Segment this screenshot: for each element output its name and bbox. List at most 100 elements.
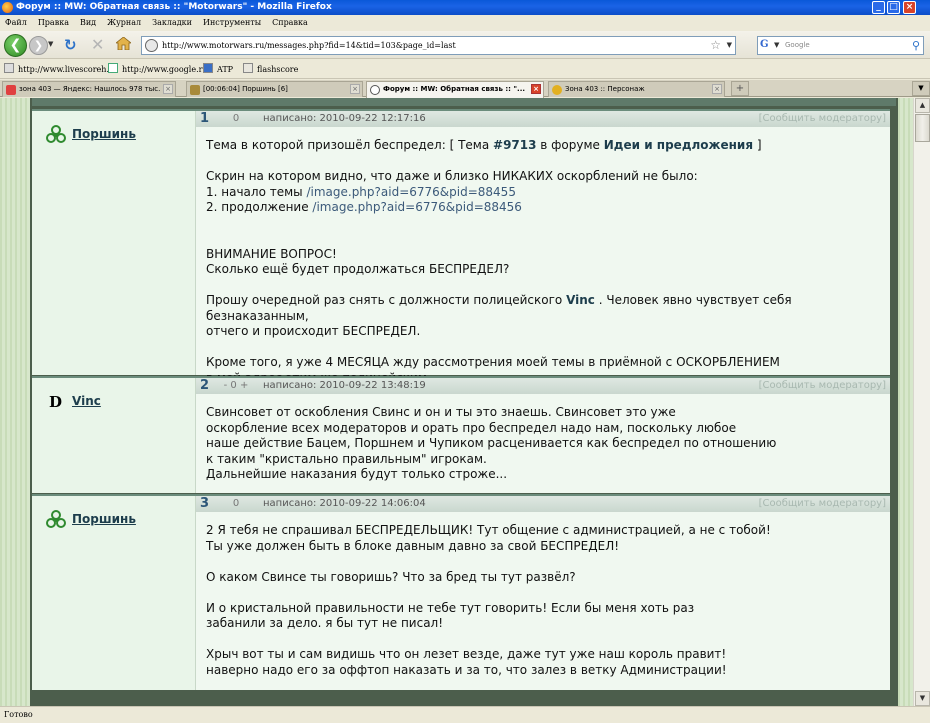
post-text: забанили за дело. я бы тут не писал!: [206, 616, 444, 630]
post-text: Прошу очередной раз снять с должности по…: [206, 293, 567, 307]
vertical-scrollbar[interactable]: ▲ ▼: [913, 98, 930, 706]
post-number[interactable]: 3: [200, 496, 209, 512]
search-engine-dropdown-icon[interactable]: ▼: [774, 37, 779, 54]
post-text: Хрыч вот ты и сам видишь что он лезет ве…: [206, 647, 727, 661]
yandex-icon: [6, 85, 16, 95]
post-text: Тема в которой призошёл беспредел: [ Тем…: [206, 138, 494, 152]
title-bar: Форум :: MW: Обратная связь :: "Motorwar…: [0, 0, 930, 15]
report-link[interactable]: [Сообщить модератору]: [759, 496, 886, 512]
author-link[interactable]: Поршинь: [72, 512, 136, 526]
google-favicon-icon: [108, 63, 118, 73]
reload-button[interactable]: ↻: [64, 36, 77, 54]
tab-close-icon[interactable]: ×: [350, 84, 360, 94]
tab-yandex[interactable]: зона 403 — Яндекс: Нашлось 978 тыс. ... …: [2, 81, 176, 97]
post-rating[interactable]: 0: [222, 496, 250, 512]
post-header: 1 0 написано: 2010-09-22 12:17:16 [Сообщ…: [196, 111, 890, 127]
post-text: Скрин на котором видно, что даже и близк…: [206, 169, 698, 183]
url-input[interactable]: http://www.motorwars.ru/messages.php?fid…: [141, 36, 736, 55]
bookmark-atp[interactable]: ATP: [203, 60, 233, 79]
page-content: Поршинь 1 0 написано: 2010-09-22 12:17:1…: [0, 98, 913, 706]
author-panel: Поршинь: [32, 496, 196, 690]
user-avatar: D: [49, 393, 63, 411]
topic-link[interactable]: #9713: [493, 138, 536, 152]
tab-bar: зона 403 — Яндекс: Нашлось 978 тыс. ... …: [0, 80, 930, 98]
author-link[interactable]: Vinc: [72, 394, 101, 408]
post-text: И о кристальной правильности не тебе тут…: [206, 600, 695, 615]
bookmark-google[interactable]: http://www.google.ru/: [108, 60, 210, 79]
menu-file[interactable]: Файл: [5, 15, 27, 31]
post-text: к таким "кристально правильным" игрокам.: [206, 451, 487, 466]
site-favicon-icon: [370, 85, 380, 95]
post-body: Свинсовет от оскобления Свинс и он и ты …: [206, 405, 882, 483]
forum-top-strip: [32, 98, 896, 106]
forum-link[interactable]: Идеи и предложения: [604, 138, 753, 152]
post-date: написано: 2010-09-22 14:06:04: [263, 498, 426, 509]
menu-tools[interactable]: Инструменты: [203, 15, 261, 31]
tab-close-icon[interactable]: ×: [531, 84, 541, 94]
tab-label: Форум :: MW: Обратная связь :: "...: [383, 85, 526, 93]
history-dropdown-icon[interactable]: ▼: [48, 40, 53, 48]
bookmark-livescore[interactable]: http://www.livescoreh...: [4, 60, 114, 79]
post-number[interactable]: 1: [200, 111, 209, 127]
author-link[interactable]: Поршинь: [72, 127, 136, 141]
post-body: 2 Я тебя не спрашивал БЕСПРЕДЕЛЬЩИК! Тут…: [206, 523, 882, 678]
user-link[interactable]: Vinc: [566, 293, 595, 307]
biohazard-icon: [46, 125, 66, 143]
tab-label: зона 403 — Яндекс: Нашлось 978 тыс. ...: [19, 85, 170, 93]
author-panel: D Vinc: [32, 378, 196, 493]
post-text: ]: [753, 138, 762, 152]
page-icon: [190, 85, 200, 95]
menu-history[interactable]: Журнал: [107, 15, 141, 31]
scroll-up-icon[interactable]: ▲: [915, 98, 930, 113]
post-text: оскорбление всех модераторов и орать про…: [206, 420, 737, 435]
navigation-toolbar: ❮ ❯ ▼ ↻ ✕ http://www.motorwars.ru/messag…: [0, 31, 930, 59]
post-number[interactable]: 2: [200, 378, 209, 394]
search-input[interactable]: G ▼ Google ⚲: [757, 36, 924, 55]
tab-forum[interactable]: Форум :: MW: Обратная связь :: "... ×: [366, 81, 544, 98]
minimize-button[interactable]: _: [872, 1, 885, 14]
post-text: ВНИМАНИЕ ВОПРОС!: [206, 246, 337, 261]
maximize-button[interactable]: □: [887, 1, 900, 14]
close-button[interactable]: ×: [903, 1, 916, 14]
forum-post: Поршинь 3 0 написано: 2010-09-22 14:06:0…: [32, 494, 890, 690]
report-link[interactable]: [Сообщить модератору]: [759, 111, 886, 127]
scroll-down-icon[interactable]: ▼: [915, 691, 930, 706]
image-link[interactable]: /image.php?aid=6776&pid=88455: [306, 185, 516, 199]
menu-bar: Файл Правка Вид Журнал Закладки Инструменты Сп…: [0, 15, 930, 31]
new-tab-button[interactable]: +: [731, 81, 749, 96]
report-link[interactable]: [Сообщить модератору]: [759, 378, 886, 394]
menu-edit[interactable]: Правка: [38, 15, 69, 31]
home-icon[interactable]: [114, 36, 133, 51]
bookmark-star-icon[interactable]: ☆: [710, 37, 721, 54]
search-magnifier-icon[interactable]: ⚲: [912, 37, 920, 54]
menu-bookmarks[interactable]: Закладки: [152, 15, 192, 31]
post-text: в форуме: [536, 138, 604, 152]
window-title: Форум :: MW: Обратная связь :: "Motorwar…: [16, 2, 332, 12]
stop-button[interactable]: ✕: [91, 35, 104, 54]
post-header: 3 0 написано: 2010-09-22 14:06:04 [Сообщ…: [196, 496, 890, 512]
tab-close-icon[interactable]: ×: [712, 84, 722, 94]
post-text: Ты уже должен быть в блоке давным давно …: [206, 538, 620, 553]
forward-button[interactable]: ❯: [29, 36, 48, 55]
author-panel: Поршинь: [32, 111, 196, 375]
image-link[interactable]: /image.php?aid=6776&pid=88456: [312, 200, 522, 214]
url-dropdown-icon[interactable]: ▼: [727, 37, 732, 54]
tab-porshin[interactable]: [00:06:04] Поршинь [6] ×: [186, 81, 363, 97]
tab-list-icon[interactable]: ▼: [912, 81, 930, 96]
tab-close-icon[interactable]: ×: [163, 84, 173, 94]
url-text: http://www.motorwars.ru/messages.php?fid…: [162, 41, 456, 50]
menu-view[interactable]: Вид: [80, 15, 96, 31]
post-rating[interactable]: - 0 +: [222, 378, 250, 394]
post-rating[interactable]: 0: [222, 111, 250, 127]
tab-label: [00:06:04] Поршинь [6]: [203, 85, 288, 93]
bookmark-flashscore[interactable]: flashscore: [243, 60, 298, 79]
menu-help[interactable]: Справка: [272, 15, 308, 31]
post-header: 2 - 0 + написано: 2010-09-22 13:48:19 [С…: [196, 378, 890, 394]
forum-post: D Vinc 2 - 0 + написано: 2010-09-22 13:4…: [32, 376, 890, 493]
tab-zona403[interactable]: Зона 403 :: Персонаж ×: [548, 81, 725, 97]
back-button[interactable]: ❮: [4, 34, 27, 57]
search-placeholder: Google: [785, 41, 810, 49]
scroll-thumb[interactable]: [915, 114, 930, 142]
firefox-icon: [2, 2, 13, 13]
page-icon: [4, 63, 14, 73]
